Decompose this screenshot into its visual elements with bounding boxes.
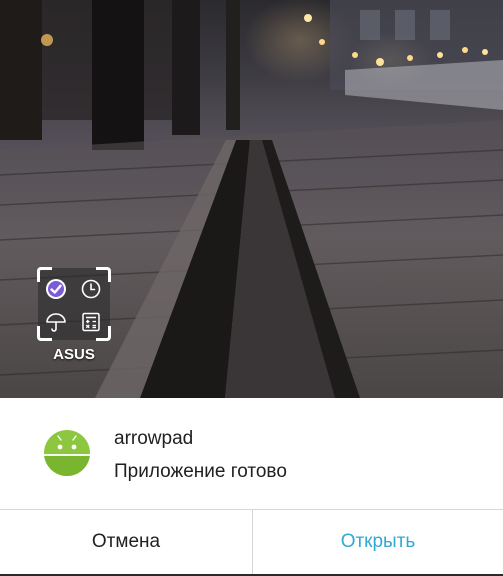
asus-folder[interactable] bbox=[37, 267, 111, 341]
install-complete-dialog: arrowpad Приложение готово Отмена Открыт… bbox=[0, 398, 503, 576]
cancel-button[interactable]: Отмена bbox=[0, 510, 253, 575]
dialog-button-row: Отмена Открыть bbox=[0, 509, 503, 575]
install-status-text: Приложение готово bbox=[114, 461, 287, 482]
open-button[interactable]: Открыть bbox=[253, 510, 503, 575]
android-robot-icon bbox=[44, 430, 90, 476]
app-name: arrowpad bbox=[114, 428, 194, 449]
folder-label: ASUS bbox=[53, 346, 95, 363]
umbrella-icon bbox=[46, 313, 66, 332]
clock-icon bbox=[81, 279, 101, 299]
checkmark-circle-icon bbox=[46, 279, 66, 299]
calculator-icon bbox=[82, 312, 100, 332]
